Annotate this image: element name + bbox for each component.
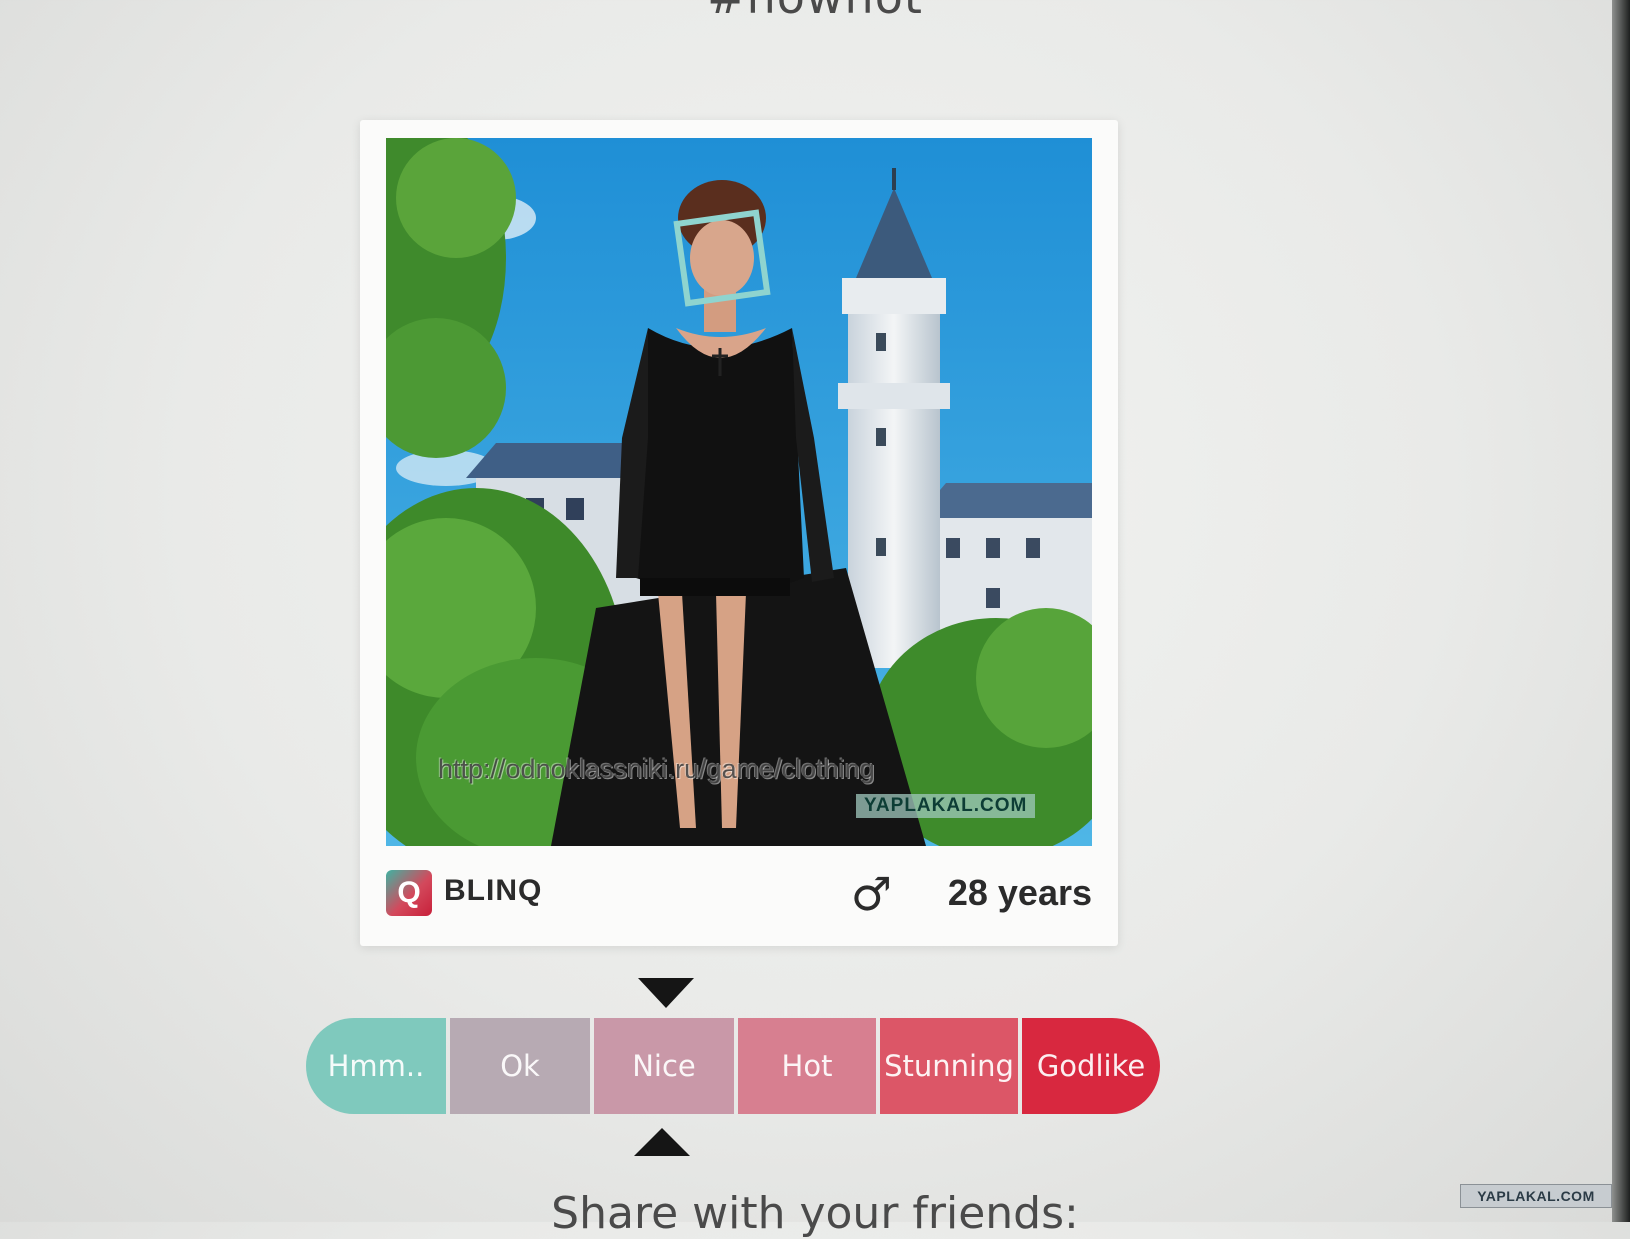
- hashtag-title: #howhot: [0, 0, 1630, 24]
- card-footer: Q BLINQ ♂ 28 years: [386, 864, 1092, 924]
- rating-button-ok[interactable]: Ok: [450, 1018, 590, 1114]
- rating-button-nice[interactable]: Nice: [594, 1018, 734, 1114]
- photo-illustration: [386, 138, 1092, 846]
- rating-bar: Hmm.. Ok Nice Hot Stunning Godlike: [306, 1018, 1160, 1114]
- user-age: 28 years: [947, 872, 1092, 913]
- corner-watermark-stamp: YAPLAKAL.COM: [1460, 1184, 1612, 1208]
- male-gender-icon: ♂: [850, 867, 892, 921]
- rating-button-hot[interactable]: Hot: [738, 1018, 876, 1114]
- rating-button-hmm[interactable]: Hmm..: [306, 1018, 446, 1114]
- rating-button-stunning[interactable]: Stunning: [880, 1018, 1018, 1114]
- photo-card: http://odnoklassniki.ru/game/clothing YA…: [360, 120, 1118, 946]
- screen-bezel-edge: [1612, 0, 1630, 1222]
- photo-watermark-brand: YAPLAKAL.COM: [856, 794, 1036, 818]
- logo-letter: Q: [397, 876, 421, 909]
- selection-marker-bottom-icon: [634, 1128, 690, 1156]
- rating-button-godlike[interactable]: Godlike: [1022, 1018, 1160, 1114]
- photo-watermark-url: http://odnoklassniki.ru/game/clothing: [438, 754, 875, 784]
- brand-name: BLINQ: [444, 874, 543, 907]
- share-heading: Share with your friends:: [551, 1188, 1079, 1239]
- selection-marker-top-icon: [638, 978, 694, 1008]
- blinq-logo-icon: Q: [386, 870, 432, 916]
- user-photo[interactable]: http://odnoklassniki.ru/game/clothing YA…: [386, 138, 1092, 846]
